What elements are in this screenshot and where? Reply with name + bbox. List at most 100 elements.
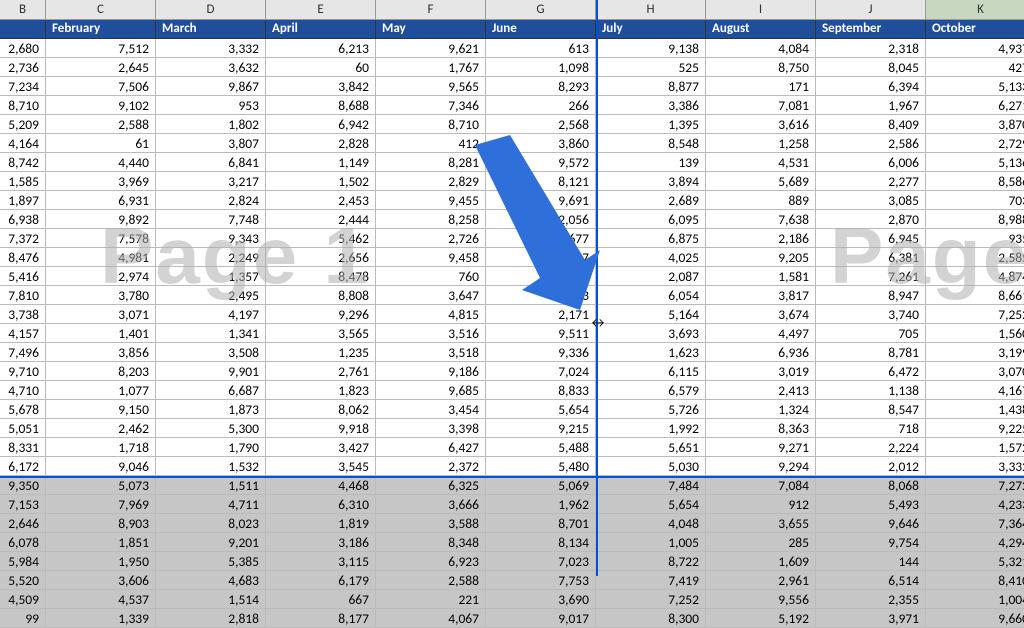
- column-letter-F[interactable]: F: [376, 0, 486, 19]
- cell[interactable]: 5,300: [156, 419, 266, 438]
- cell[interactable]: 9,150: [46, 400, 156, 419]
- cell[interactable]: 4,509: [0, 590, 46, 609]
- cell[interactable]: 1,258: [706, 134, 816, 153]
- cell[interactable]: 2,372: [376, 457, 486, 476]
- cell[interactable]: 3,738: [0, 305, 46, 324]
- cell[interactable]: 3,690: [486, 590, 596, 609]
- cell[interactable]: 2,818: [156, 609, 266, 628]
- cell[interactable]: 6,271: [926, 96, 1024, 115]
- cell[interactable]: 8,476: [0, 248, 46, 267]
- cell[interactable]: 8,808: [266, 286, 376, 305]
- cell[interactable]: 7,753: [486, 571, 596, 590]
- cell[interactable]: 718: [816, 419, 926, 438]
- cell[interactable]: 3,807: [156, 134, 266, 153]
- cell[interactable]: 3,616: [706, 115, 816, 134]
- cell[interactable]: 8,661: [926, 286, 1024, 305]
- cell[interactable]: 5,480: [486, 457, 596, 476]
- cell[interactable]: 4,753: [486, 286, 596, 305]
- cell[interactable]: 525: [596, 58, 706, 77]
- cell[interactable]: 3,332: [156, 39, 266, 58]
- cell[interactable]: 7,261: [816, 267, 926, 286]
- cell[interactable]: 8,410: [926, 571, 1024, 590]
- cell[interactable]: 4,537: [46, 590, 156, 609]
- cell[interactable]: 6,115: [596, 362, 706, 381]
- cell[interactable]: 8,988: [926, 210, 1024, 229]
- column-letter-C[interactable]: C: [46, 0, 156, 19]
- cell[interactable]: 8,701: [486, 514, 596, 533]
- cell[interactable]: 3,817: [706, 286, 816, 305]
- cell[interactable]: 6,942: [266, 115, 376, 134]
- cell[interactable]: 2,171: [486, 305, 596, 324]
- cell[interactable]: 2,761: [266, 362, 376, 381]
- cell[interactable]: 5,192: [706, 609, 816, 628]
- cell[interactable]: 2,828: [266, 134, 376, 153]
- cell[interactable]: 2,974: [46, 267, 156, 286]
- cell[interactable]: 6,179: [266, 571, 376, 590]
- cell[interactable]: 9,660: [926, 609, 1024, 628]
- cell[interactable]: 4,683: [156, 571, 266, 590]
- header-cell-May[interactable]: May: [376, 20, 486, 39]
- cell[interactable]: 3,186: [266, 533, 376, 552]
- cell[interactable]: 6,213: [266, 39, 376, 58]
- cell[interactable]: 7,234: [0, 77, 46, 96]
- cell[interactable]: 3,332: [926, 457, 1024, 476]
- cell[interactable]: 3,199: [926, 343, 1024, 362]
- column-letter-K[interactable]: K: [926, 0, 1024, 19]
- cell[interactable]: 1,341: [156, 324, 266, 343]
- cell[interactable]: 171: [706, 77, 816, 96]
- cell[interactable]: 4,497: [706, 324, 816, 343]
- cell[interactable]: 2,726: [376, 229, 486, 248]
- cell[interactable]: 2,870: [816, 210, 926, 229]
- cell[interactable]: 5,678: [0, 400, 46, 419]
- cell[interactable]: 6,687: [156, 381, 266, 400]
- cell[interactable]: 7,272: [926, 476, 1024, 495]
- cell[interactable]: 8,281: [376, 153, 486, 172]
- cell[interactable]: 9,646: [816, 514, 926, 533]
- cell[interactable]: 9,621: [376, 39, 486, 58]
- header-cell-September[interactable]: September: [816, 20, 926, 39]
- cell[interactable]: 139: [596, 153, 706, 172]
- cell[interactable]: 9,691: [486, 191, 596, 210]
- cell[interactable]: 2,689: [596, 191, 706, 210]
- cell[interactable]: 2,413: [706, 381, 816, 400]
- cell[interactable]: 4,815: [376, 305, 486, 324]
- cell[interactable]: 1,790: [156, 438, 266, 457]
- cell[interactable]: 912: [706, 495, 816, 514]
- cell[interactable]: 5,726: [596, 400, 706, 419]
- cell[interactable]: 1,819: [266, 514, 376, 533]
- cell[interactable]: 1,623: [596, 343, 706, 362]
- cell[interactable]: 8,409: [816, 115, 926, 134]
- column-letter-I[interactable]: I: [706, 0, 816, 19]
- cell[interactable]: 7,153: [0, 495, 46, 514]
- cell[interactable]: 5,051: [0, 419, 46, 438]
- cell[interactable]: 6,841: [156, 153, 266, 172]
- cell[interactable]: 9,046: [46, 457, 156, 476]
- cell[interactable]: 8,722: [596, 552, 706, 571]
- cell[interactable]: 5,520: [0, 571, 46, 590]
- cell[interactable]: 3,070: [926, 362, 1024, 381]
- cell[interactable]: 9,205: [706, 248, 816, 267]
- cell[interactable]: 9,565: [376, 77, 486, 96]
- cell[interactable]: 6,172: [0, 457, 46, 476]
- cell[interactable]: 3,969: [46, 172, 156, 191]
- cell[interactable]: 9,138: [596, 39, 706, 58]
- cell[interactable]: 8,134: [486, 533, 596, 552]
- cell[interactable]: 7,496: [0, 343, 46, 362]
- cell[interactable]: 3,019: [706, 362, 816, 381]
- cell[interactable]: 7,810: [0, 286, 46, 305]
- cell[interactable]: 8,363: [706, 419, 816, 438]
- cell[interactable]: 1,532: [156, 457, 266, 476]
- cell[interactable]: 9,556: [706, 590, 816, 609]
- cell[interactable]: 1,077: [46, 381, 156, 400]
- cell[interactable]: 2,656: [266, 248, 376, 267]
- cell[interactable]: 1,718: [46, 438, 156, 457]
- cell[interactable]: 3,632: [156, 58, 266, 77]
- cell[interactable]: 4,874: [926, 267, 1024, 286]
- cell[interactable]: 8,548: [596, 134, 706, 153]
- cell[interactable]: 9,350: [0, 476, 46, 495]
- header-cell-October[interactable]: October: [926, 20, 1024, 39]
- cell[interactable]: 266: [486, 96, 596, 115]
- cell[interactable]: 7,419: [596, 571, 706, 590]
- header-cell-April[interactable]: April: [266, 20, 376, 39]
- cell[interactable]: 9,511: [486, 324, 596, 343]
